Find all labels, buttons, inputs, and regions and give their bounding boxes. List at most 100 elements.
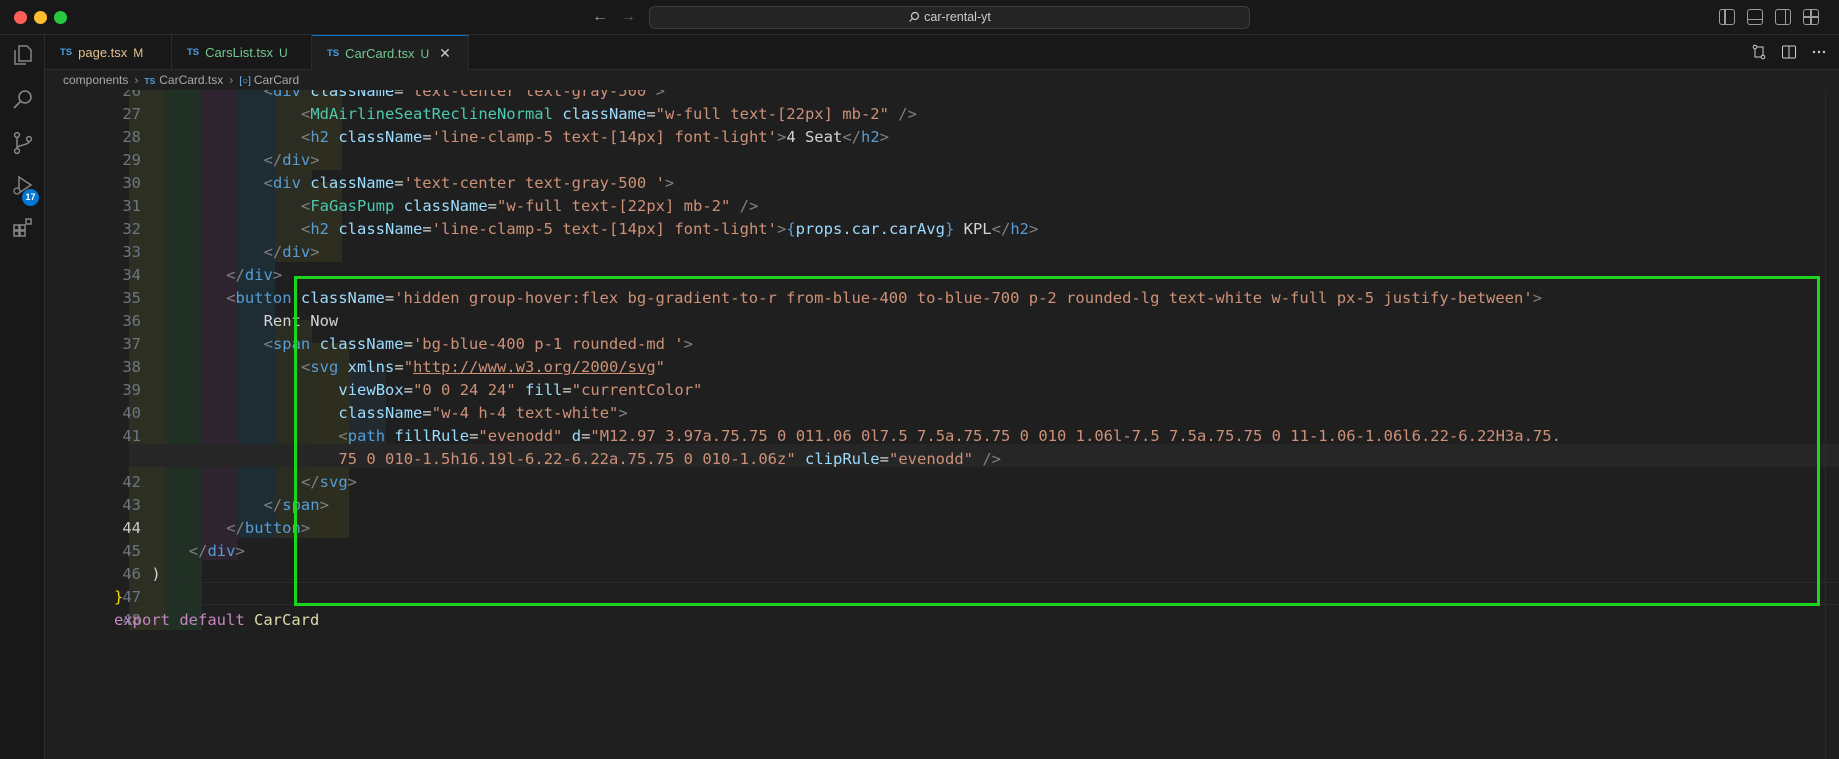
open-changes-icon[interactable] [1751, 44, 1767, 60]
tab-status: U [279, 45, 288, 60]
line-number: 28 [122, 128, 141, 146]
token: /> [730, 197, 759, 215]
code-line[interactable]: 33 </div> [45, 241, 1839, 264]
run-and-debug-icon[interactable] [11, 173, 35, 197]
token: export [114, 611, 170, 629]
toggle-panel-icon[interactable] [1747, 9, 1763, 25]
line-number: 46 [122, 565, 141, 583]
close-window-button[interactable] [14, 11, 27, 24]
token: h2 [1010, 220, 1029, 238]
token: > [776, 220, 787, 238]
source-control-icon[interactable] [11, 131, 35, 155]
token: h2 [860, 128, 880, 146]
token: </ [263, 151, 283, 169]
tab-carcard-tsx[interactable]: TS CarCard.tsx U ✕ [312, 35, 469, 71]
search-icon[interactable] [11, 87, 35, 111]
token: className [300, 90, 395, 100]
code-line[interactable]: 48 export default CarCard [45, 609, 1839, 632]
toggle-secondary-sidebar-icon[interactable] [1775, 9, 1791, 25]
token: CarCard [254, 611, 320, 629]
code-text: ) [151, 563, 160, 586]
code-text: </div> [189, 540, 245, 563]
token: </ [263, 496, 283, 514]
back-arrow-icon[interactable]: ← [592, 6, 608, 28]
breadcrumb-symbol[interactable]: CarCard [254, 73, 299, 87]
minimize-window-button[interactable] [34, 11, 47, 24]
code-text: </div> [264, 149, 320, 172]
token: ) [151, 565, 161, 583]
button-selection-highlight [294, 276, 1820, 606]
token: > [272, 266, 283, 284]
breadcrumb-file[interactable]: CarCard.tsx [159, 73, 223, 87]
forward-arrow-icon[interactable]: → [620, 6, 636, 28]
code-text: </div> [264, 241, 320, 264]
token: </ [226, 519, 245, 537]
token: < [263, 335, 273, 353]
tab-carslist-tsx[interactable]: TS CarsList.tsx U [172, 35, 312, 70]
tab-label: CarCard.tsx [345, 46, 415, 61]
token: </ [188, 542, 208, 560]
token: className [394, 197, 488, 215]
token: 'line-clamp-5 text-[14px] font-light' [431, 128, 777, 146]
more-actions-icon[interactable] [1811, 44, 1827, 60]
maximize-window-button[interactable] [54, 11, 67, 24]
code-text: <h2 className='line-clamp-5 text-[14px] … [301, 126, 889, 149]
toggle-primary-sidebar-icon[interactable] [1719, 9, 1735, 25]
line-number: 35 [122, 289, 141, 307]
token: </ [263, 243, 283, 261]
token: </ [991, 220, 1011, 238]
token: 'text-center text-gray-500 ' [403, 174, 665, 192]
code-line[interactable]: 26 <div className='text-center text-gray-… [45, 90, 1839, 103]
token: { [786, 220, 796, 238]
line-number: 43 [122, 496, 141, 514]
line-number: 44 [122, 519, 141, 537]
line-number: 34 [122, 266, 141, 284]
activity-bar: 17 [0, 35, 45, 759]
token: > [879, 128, 889, 146]
breadcrumb-folder[interactable]: components [63, 73, 128, 87]
token: > [1028, 220, 1039, 238]
code-line[interactable]: 29 </div> [45, 149, 1839, 172]
code-editor[interactable]: 26 <div className='text-center text-gray-… [45, 90, 1839, 759]
line-number: 29 [122, 151, 141, 169]
token: > [776, 128, 787, 146]
token: "w-full text-[22px] mb-2" [497, 197, 731, 215]
chevron-right-icon: › [229, 73, 234, 87]
code-line[interactable]: 30 <div className='text-center text-gray-… [45, 172, 1839, 195]
search-label: car-rental-yt [924, 10, 991, 24]
customize-layout-icon[interactable] [1803, 9, 1819, 25]
token: className [329, 128, 423, 146]
token: div [282, 151, 311, 169]
line-number: 32 [122, 220, 141, 238]
tab-status: M [133, 45, 144, 60]
line-number: 37 [122, 335, 141, 353]
command-center-search[interactable]: car-rental-yt [649, 6, 1250, 29]
token: 'text-center text-gray-500' [403, 90, 656, 100]
token: h2 [310, 220, 330, 238]
close-tab-icon[interactable]: ✕ [439, 45, 451, 62]
token: < [226, 289, 236, 307]
token: className [552, 105, 647, 123]
token: = [394, 90, 404, 100]
explorer-icon[interactable] [11, 43, 35, 67]
line-number: 38 [122, 358, 141, 376]
code-line[interactable]: 28 <h2 className='line-clamp-5 text-[14px… [45, 126, 1839, 149]
token: div [244, 266, 273, 284]
typescript-icon: TS [144, 76, 156, 86]
vertical-scrollbar[interactable] [1825, 90, 1839, 759]
split-editor-icon[interactable] [1781, 44, 1797, 60]
line-number: 41 [122, 427, 141, 445]
line-number: 36 [122, 312, 141, 330]
line-number: 27 [122, 105, 141, 123]
token: > [235, 542, 245, 560]
token: className [329, 220, 423, 238]
code-line[interactable]: 27 <MdAirlineSeatReclineNormal className=… [45, 103, 1839, 126]
token: < [263, 90, 273, 100]
tab-page-tsx[interactable]: TS page.tsx M [45, 35, 172, 70]
token: = [422, 128, 432, 146]
token: FaGasPump [310, 197, 395, 215]
extensions-icon[interactable] [11, 215, 35, 239]
code-line[interactable]: 32 <h2 className='line-clamp-5 text-[14px… [45, 218, 1839, 241]
code-line[interactable]: 31 <FaGasPump className="w-full text-[22p… [45, 195, 1839, 218]
